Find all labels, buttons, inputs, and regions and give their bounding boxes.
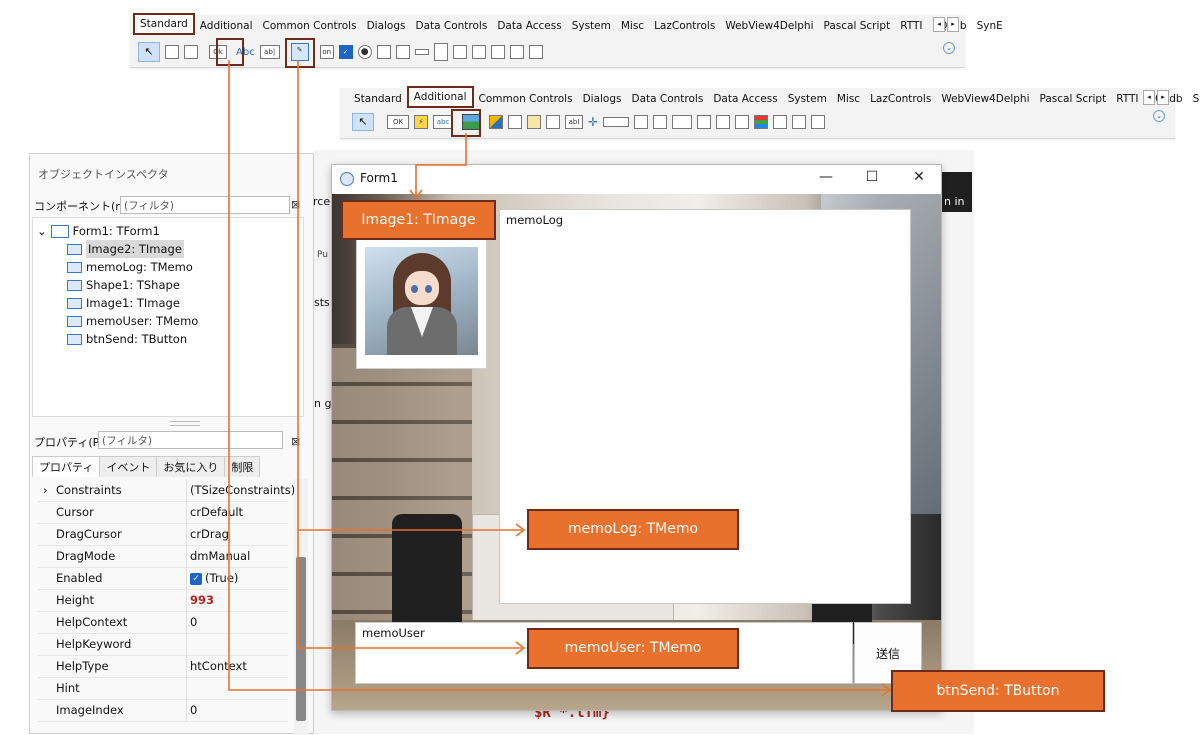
callout-btnsend: btnSend: TButton	[891, 670, 1105, 712]
connector-tbutton-to-btnsend	[228, 60, 888, 691]
connector-lines	[228, 60, 892, 697]
callout-memolog: memoLog: TMemo	[527, 509, 739, 550]
callout-memouser: memoUser: TMemo	[527, 628, 739, 669]
callout-image1: Image1: TImage	[341, 200, 496, 240]
connector-tmemo-to-memouser	[297, 60, 522, 649]
connector-timage-to-image1	[415, 133, 467, 196]
